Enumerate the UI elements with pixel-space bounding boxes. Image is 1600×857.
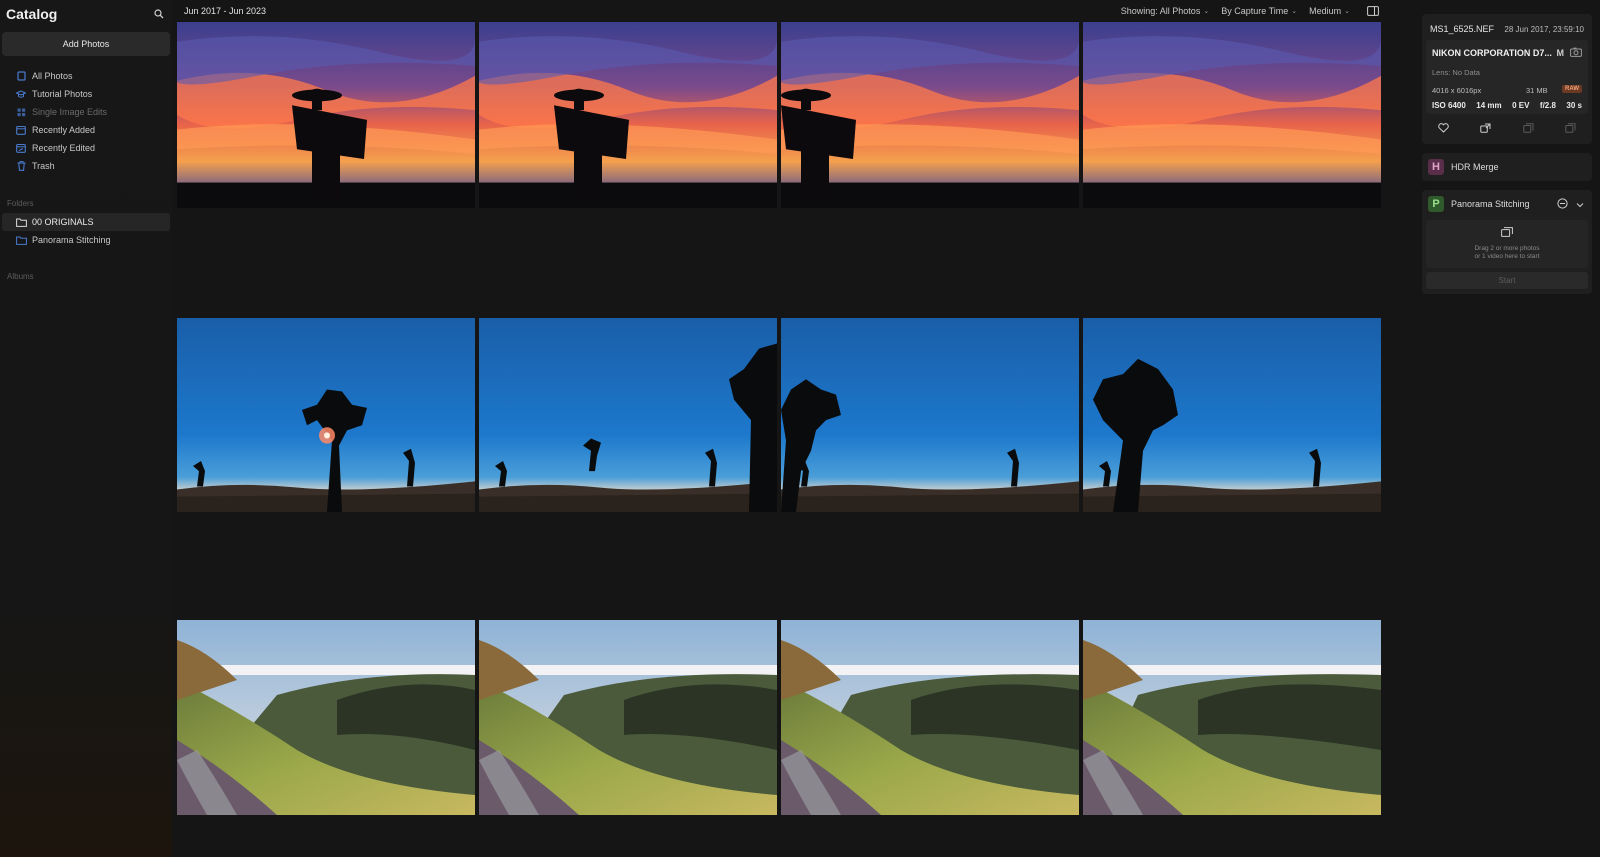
file-name: MS1_6525.NEF (1430, 24, 1495, 34)
sidebar: Catalog Add Photos All Photos Tutorial P… (0, 0, 172, 857)
iso-value: ISO 6400 (1432, 101, 1466, 110)
exposure-comp-value: 0 EV (1512, 101, 1530, 110)
sidebar-item-label: All Photos (32, 71, 73, 81)
camera-details: NIKON CORPORATION D7... M Lens: No Data … (1426, 40, 1588, 114)
photos-icon (16, 71, 26, 81)
photo-thumbnail[interactable] (1083, 620, 1381, 815)
drop-hint-line-1: Drag 2 or more photos (1474, 245, 1540, 252)
photo-thumbnail[interactable] (781, 318, 1079, 512)
folder-icon (16, 217, 27, 227)
photo-thumbnail[interactable] (479, 318, 777, 512)
sidebar-item-all-photos[interactable]: All Photos (0, 67, 172, 85)
raw-badge: RAW (1562, 85, 1582, 93)
grid-icon (16, 107, 26, 117)
folders-section-label: Folders (7, 199, 34, 208)
sidebar-header: Catalog (6, 4, 166, 24)
panorama-stitching-card: P Panorama Stitching Drag 2 or more phot… (1422, 190, 1592, 294)
trash-icon (16, 161, 26, 171)
photo-thumbnail[interactable] (1083, 22, 1381, 208)
drop-hint-line-2: or 1 video here to start (1474, 253, 1540, 260)
share-icon[interactable] (1479, 122, 1493, 134)
folder-item-label: 00 ORIGINALS (32, 217, 94, 227)
hdr-badge: H (1428, 159, 1444, 175)
sidebar-item-recently-edited[interactable]: Recently Edited (0, 139, 172, 157)
photo-info-card: MS1_6525.NEF 28 Jun 2017, 23:59:10 NIKON… (1422, 14, 1592, 144)
exposure-mode: M (1556, 48, 1565, 58)
calendar-add-icon (16, 125, 26, 135)
folder-item-label: Panorama Stitching (32, 235, 111, 245)
panorama-stitching-label: Panorama Stitching (1451, 199, 1530, 209)
photo-thumbnail[interactable] (781, 620, 1079, 815)
right-panel: MS1_6525.NEF 28 Jun 2017, 23:59:10 NIKON… (1422, 14, 1592, 294)
albums-section-label: Albums (7, 272, 34, 281)
focal-length-value: 14 mm (1476, 101, 1502, 110)
sidebar-item-label: Recently Added (32, 125, 96, 135)
image-dimensions: 4016 x 6016px (1432, 86, 1482, 95)
catalog-title: Catalog (6, 6, 58, 22)
camera-icon (1570, 47, 1582, 57)
more-options-icon[interactable] (1557, 198, 1568, 212)
add-photos-button[interactable]: Add Photos (2, 32, 170, 56)
panorama-controls (1557, 198, 1584, 212)
graduation-cap-icon (16, 89, 26, 99)
sidebar-item-tutorial-photos[interactable]: Tutorial Photos (0, 85, 172, 103)
hdr-merge-label: HDR Merge (1451, 162, 1499, 172)
exif-row: ISO 6400 14 mm 0 EV f/2.8 30 s (1432, 101, 1582, 110)
sidebar-item-label: Trash (32, 161, 55, 171)
file-size: 31 MB (1526, 86, 1548, 95)
sidebar-item-label: Tutorial Photos (32, 89, 93, 99)
photo-thumbnail[interactable] (177, 22, 475, 208)
folder-item-00-originals[interactable]: 00 ORIGINALS (2, 213, 170, 231)
search-icon[interactable] (152, 7, 166, 21)
copy-icon[interactable] (1564, 122, 1578, 134)
sidebar-item-trash[interactable]: Trash (0, 157, 172, 175)
sidebar-item-label: Recently Edited (32, 143, 96, 153)
start-button[interactable]: Start (1426, 272, 1588, 289)
photo-thumbnail[interactable] (177, 318, 475, 512)
camera-model: NIKON CORPORATION D7... (1432, 48, 1552, 58)
aperture-value: f/2.8 (1539, 101, 1556, 110)
photo-actions (1422, 122, 1592, 134)
photo-thumbnail[interactable] (781, 22, 1079, 208)
hdr-merge-card[interactable]: H HDR Merge (1422, 153, 1592, 181)
sidebar-item-single-image-edits[interactable]: Single Image Edits (0, 103, 172, 121)
lens-info: Lens: No Data (1432, 68, 1480, 77)
folders-list: 00 ORIGINALS Panorama Stitching (0, 213, 172, 249)
photo-thumbnail[interactable] (479, 620, 777, 815)
sidebar-item-label: Single Image Edits (32, 107, 108, 117)
drop-photos-icon (1501, 227, 1513, 240)
panorama-badge: P (1428, 196, 1444, 212)
sidebar-nav: All Photos Tutorial Photos Single Image … (0, 67, 172, 175)
capture-date: 28 Jun 2017, 23:59:10 (1504, 25, 1584, 34)
hdr-merge-row[interactable]: H HDR Merge (1422, 153, 1592, 181)
chevron-down-icon[interactable] (1576, 200, 1584, 211)
duplicate-icon[interactable] (1521, 122, 1535, 134)
calendar-edit-icon (16, 143, 26, 153)
photo-thumbnail[interactable] (479, 22, 777, 208)
folder-item-panorama-stitching[interactable]: Panorama Stitching (0, 231, 172, 249)
photo-thumbnail[interactable] (177, 620, 475, 815)
photo-grid (177, 0, 1410, 857)
photo-thumbnail[interactable] (1083, 318, 1381, 512)
heart-icon[interactable] (1436, 122, 1450, 134)
panorama-drop-zone[interactable]: Drag 2 or more photos or 1 video here to… (1426, 220, 1588, 268)
shutter-speed-value: 30 s (1566, 101, 1582, 110)
folder-icon (16, 235, 27, 245)
sidebar-item-recently-added[interactable]: Recently Added (0, 121, 172, 139)
